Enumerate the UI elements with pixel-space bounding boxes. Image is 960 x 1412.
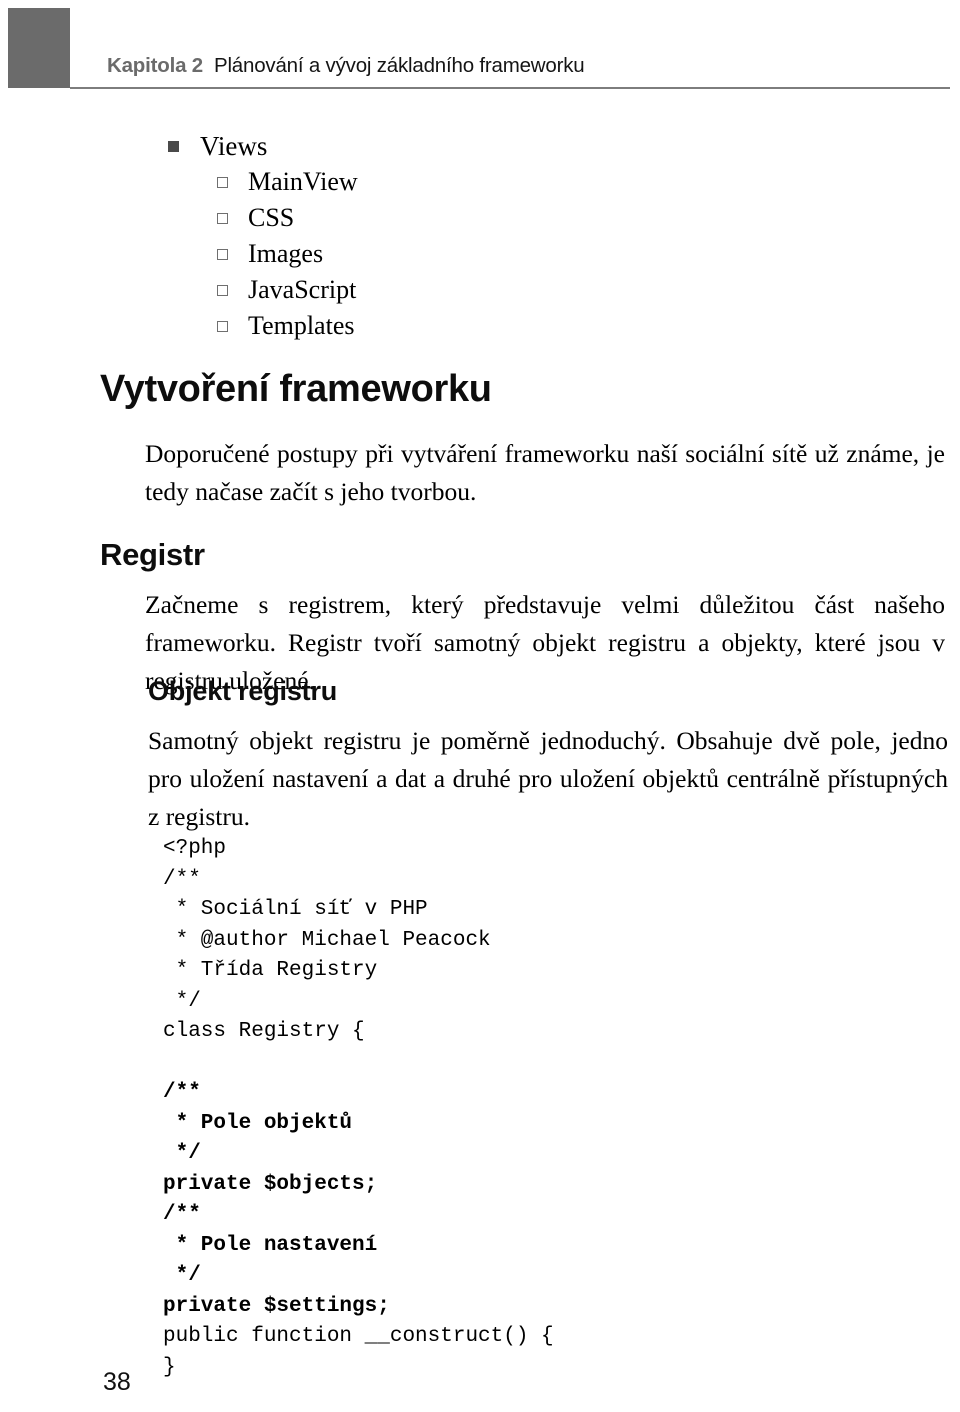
running-head: Kapitola 2 Plánování a vývoj základního … [107, 54, 585, 78]
hollow-square-bullet-icon [217, 249, 228, 260]
chapter-number-label: Kapitola 2 [107, 54, 203, 77]
filled-square-bullet-icon [168, 141, 179, 152]
outline-list: Views MainView CSS Images JavaScript Tem… [0, 128, 960, 344]
section-heading-registr: Registr [100, 537, 205, 572]
header-divider [70, 87, 950, 89]
code-block-constructor: public function __construct() { } [163, 1325, 554, 1379]
paragraph-objekt-registru: Samotný objekt registru je poměrně jedno… [148, 726, 948, 831]
list-item-label: MainView [248, 167, 358, 196]
hollow-square-bullet-icon [217, 285, 228, 296]
page-number: 38 [103, 1368, 131, 1396]
section-heading-vytvoreni-frameworku: Vytvoření frameworku [100, 368, 492, 410]
list-item: CSS [0, 200, 960, 236]
section-heading-objekt-registru: Objekt registru [148, 676, 338, 706]
hollow-square-bullet-icon [217, 213, 228, 224]
chapter-marker-block [8, 8, 70, 88]
list-item: JavaScript [0, 272, 960, 308]
list-item-label: Images [248, 239, 324, 268]
code-block-class-declaration: class Registry { [163, 1020, 365, 1043]
list-item: Templates [0, 308, 960, 344]
code-block-objects-property: /** * Pole objektů */ private $objects; [163, 1081, 378, 1196]
list-item: Images [0, 236, 960, 272]
list-item-label: CSS [248, 203, 295, 232]
hollow-square-bullet-icon [217, 321, 228, 332]
list-item-label: JavaScript [248, 275, 357, 304]
chapter-title-label: Plánování a vývoj základního frameworku [213, 54, 585, 77]
code-block-header-comment: <?php /** * Sociální síť v PHP * @author… [163, 837, 491, 1013]
list-item: MainView [0, 164, 960, 200]
code-block-settings-property: /** * Pole nastavení */ private $setting… [163, 1203, 390, 1318]
paragraph-vytvoreni-frameworku: Doporučené postupy při vytváření framewo… [145, 439, 945, 506]
list-item: Views [0, 128, 960, 164]
list-item-label: Templates [248, 311, 355, 340]
list-item-label: Views [200, 131, 268, 161]
hollow-square-bullet-icon [217, 177, 228, 188]
